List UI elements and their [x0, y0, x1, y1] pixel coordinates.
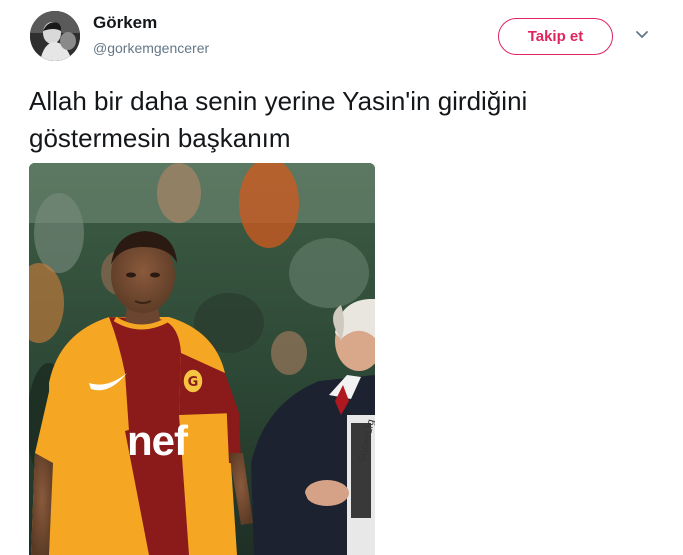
- avatar-image: [30, 11, 80, 61]
- player-substitution-photo: SüperLig G nef: [29, 163, 375, 555]
- tweet-photo[interactable]: SüperLig G nef: [29, 163, 375, 555]
- author-handle[interactable]: @gorkemgencerer: [93, 40, 209, 56]
- avatar[interactable]: [30, 11, 80, 61]
- tweet-text-line-1: Allah bir daha senin yerine Yasin'in gir…: [29, 86, 528, 116]
- chevron-down-icon[interactable]: [634, 29, 650, 41]
- club-crest-icon: G: [182, 368, 204, 394]
- jersey-sponsor: nef: [127, 417, 189, 464]
- author-name[interactable]: Görkem: [93, 13, 157, 33]
- tweet-text: Allah bir daha senin yerine Yasin'in gir…: [29, 83, 669, 157]
- follow-button[interactable]: Takip et: [498, 18, 613, 55]
- tweet-text-line-2: göstermesin başkanım: [29, 123, 291, 153]
- svg-text:G: G: [188, 375, 199, 390]
